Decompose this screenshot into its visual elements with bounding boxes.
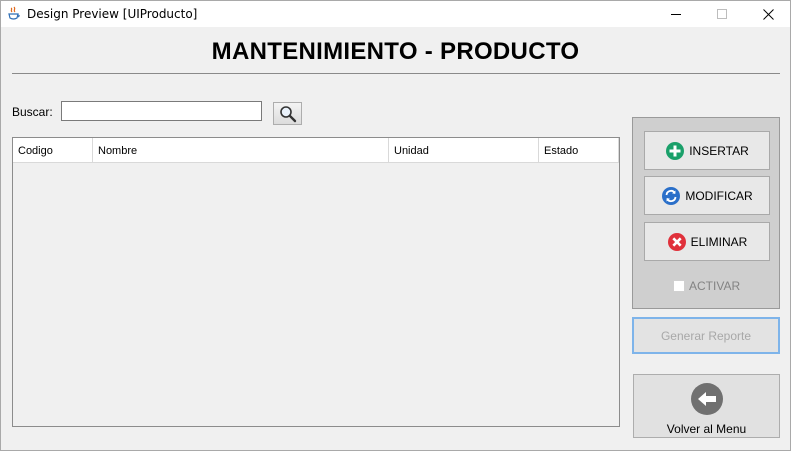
title-bar[interactable]: Design Preview [UIProducto] [1,1,790,27]
window-title: Design Preview [UIProducto] [27,7,198,21]
arrow-left-icon [691,383,723,415]
table-header: Codigo Nombre Unidad Estado [13,138,619,163]
magnifier-icon [279,105,296,122]
back-to-menu-label: Volver al Menu [666,422,747,436]
generate-report-label: Generar Reporte [660,328,752,343]
header-divider [12,73,780,74]
delete-button[interactable]: ELIMINAR [644,222,770,261]
app-window: Design Preview [UIProducto] MANTENIMIENT… [0,0,791,451]
modify-button-label: MODIFICAR [685,188,753,203]
activate-checkbox[interactable]: ACTIVAR [673,279,740,293]
maximize-icon [716,8,727,19]
delete-button-label: ELIMINAR [690,234,748,249]
minimize-button[interactable] [653,1,699,27]
maximize-button[interactable] [699,1,745,27]
column-header-estado[interactable]: Estado [539,138,619,163]
minimize-icon [670,13,681,15]
column-header-nombre[interactable]: Nombre [93,138,389,163]
crud-actions-panel: INSERTAR MODIFICAR ELIMINAR ACTIVAR [632,117,780,309]
plus-circle-icon [666,141,685,160]
activate-checkbox-label: ACTIVAR [689,279,741,293]
page-title: MANTENIMIENTO - PRODUCTO [211,38,580,65]
column-header-codigo[interactable]: Codigo [13,138,93,163]
insert-button[interactable]: INSERTAR [644,131,770,170]
activate-checkbox-box[interactable] [673,280,685,292]
close-button[interactable] [745,1,791,27]
column-header-unidad[interactable]: Unidad [389,138,539,163]
back-to-menu-button[interactable]: Volver al Menu [633,374,780,438]
page-header: MANTENIMIENTO - PRODUCTO [1,27,790,79]
insert-button-label: INSERTAR [689,143,749,158]
refresh-icon [662,186,681,205]
x-circle-icon [667,232,686,251]
generate-report-button[interactable]: Generar Reporte [632,317,780,354]
search-label: Buscar: [12,105,53,119]
search-button[interactable] [273,102,302,125]
java-coffee-icon [8,6,20,20]
products-table[interactable]: Codigo Nombre Unidad Estado [12,137,620,427]
search-input[interactable] [61,101,262,121]
close-icon [762,8,774,20]
modify-button[interactable]: MODIFICAR [644,176,770,215]
